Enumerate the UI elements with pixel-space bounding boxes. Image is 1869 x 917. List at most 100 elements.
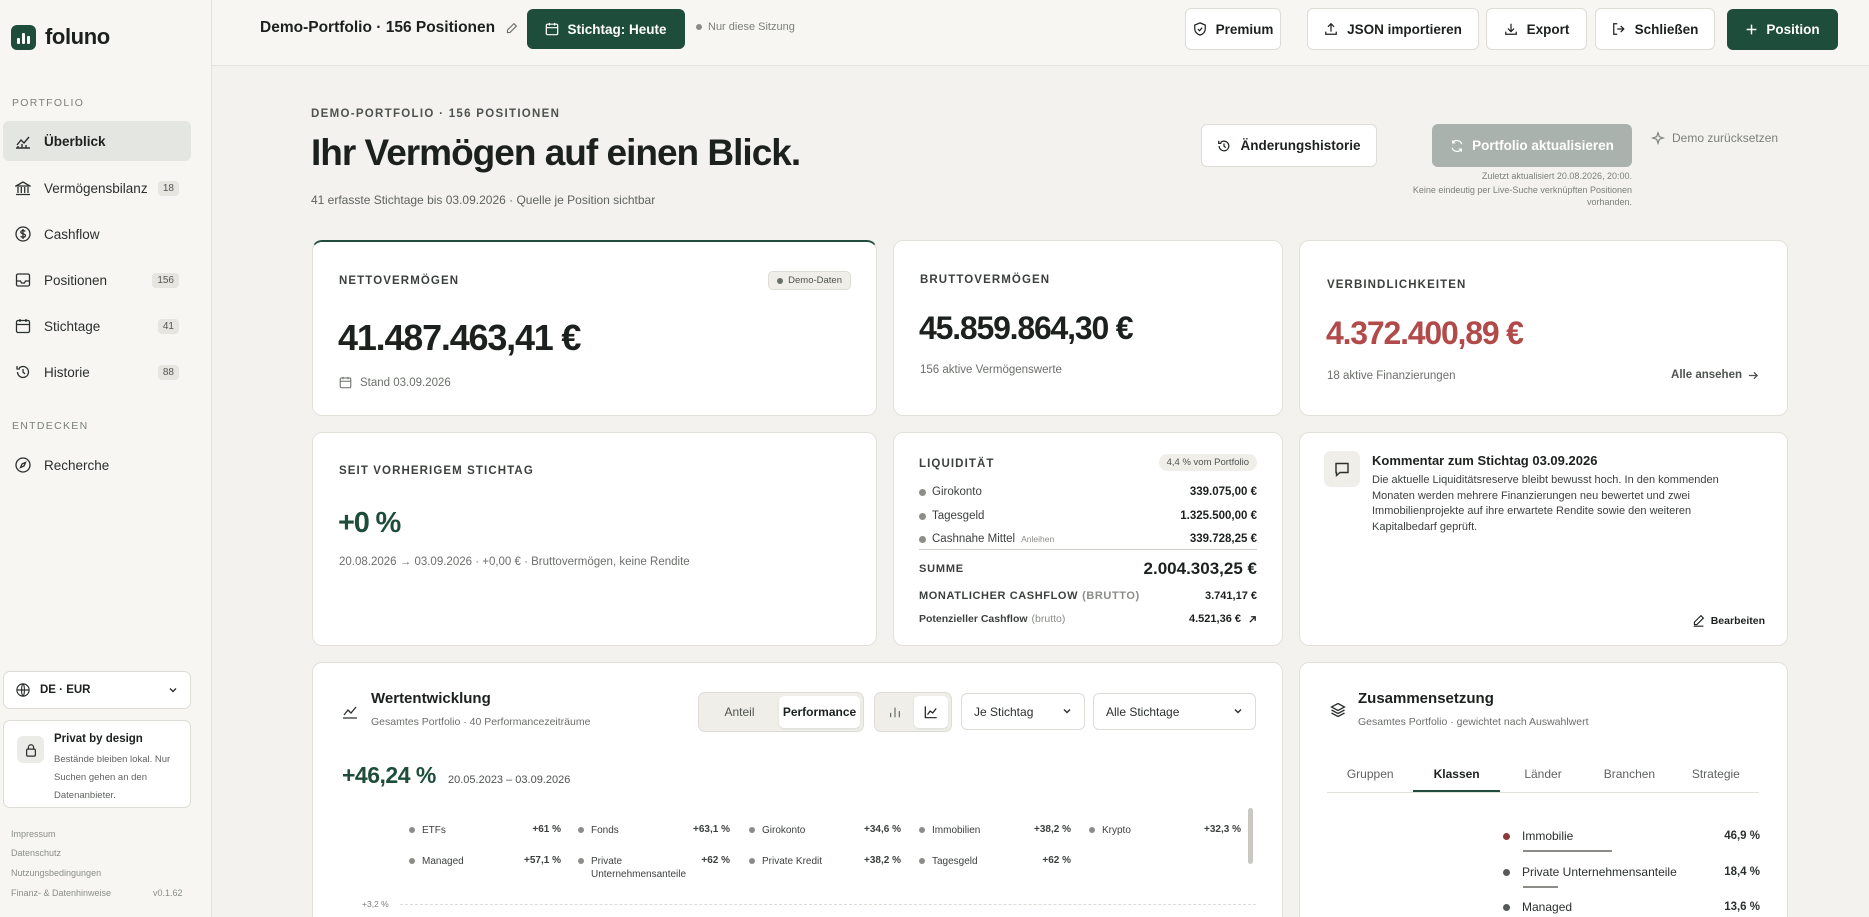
brand-name: foluno bbox=[45, 24, 110, 49]
toggle-performance[interactable]: Performance bbox=[779, 696, 860, 728]
footer-link-datenschutz[interactable]: Datenschutz bbox=[11, 848, 61, 858]
composition-label: Immobilie bbox=[1522, 829, 1574, 843]
sum-label: SUMME bbox=[919, 563, 964, 575]
chart-icon bbox=[342, 703, 358, 719]
download-icon bbox=[1504, 22, 1518, 36]
potential-cashflow-row[interactable]: Potenzieller Cashflow (brutto) 4.521,36 € bbox=[919, 613, 1257, 625]
legend-value: +57,1 % bbox=[524, 855, 561, 866]
legend-label: Girokonto bbox=[762, 825, 806, 836]
legend-dot bbox=[919, 827, 925, 833]
add-position-button[interactable]: Position bbox=[1727, 9, 1838, 50]
legend-item[interactable]: Tagesgeld +62 % bbox=[919, 855, 1071, 868]
sidebar-item-label: Überblick bbox=[44, 133, 106, 149]
toggle-anteil[interactable]: Anteil bbox=[702, 696, 777, 728]
tab-gruppen[interactable]: Gruppen bbox=[1327, 761, 1413, 792]
tab-strategie[interactable]: Strategie bbox=[1673, 761, 1759, 792]
legend-item[interactable]: Private Unternehmensanteile +62 % bbox=[578, 855, 730, 881]
edit-comment-button[interactable]: Bearbeiten bbox=[1692, 614, 1765, 627]
portfolio-title[interactable]: Demo-Portfolio · 156 Positionen bbox=[260, 19, 518, 37]
status-dot bbox=[696, 24, 702, 30]
sidebar: foluno PORTFOLIO Überblick Vermögensbila… bbox=[0, 0, 212, 917]
legend-item[interactable]: Girokonto +34,6 % bbox=[749, 824, 901, 837]
history-icon bbox=[14, 363, 32, 381]
footer-link-finanzhinweise[interactable]: Finanz- & Datenhinweise bbox=[11, 888, 111, 898]
legend-item[interactable]: Immobilien +38,2 % bbox=[919, 824, 1071, 837]
bullet-dot bbox=[919, 488, 926, 496]
pencil-icon[interactable] bbox=[505, 22, 518, 35]
premium-label: Premium bbox=[1215, 21, 1274, 37]
composition-value: 18,4 % bbox=[1724, 866, 1760, 878]
footer-link-nutzungsbedingungen[interactable]: Nutzungsbedingungen bbox=[11, 868, 101, 878]
liquidity-row: Cashnahe Mittel Anleihen 339.728,25 € bbox=[919, 533, 1257, 545]
history-label: Änderungshistorie bbox=[1240, 138, 1361, 153]
card-label: SEIT VORHERIGEM STICHTAG bbox=[339, 465, 534, 477]
performance-title: Wertentwicklung bbox=[371, 690, 491, 707]
sidebar-item-vermoegensbilanz[interactable]: Vermögensbilanz 18 bbox=[3, 168, 191, 208]
import-json-button[interactable]: JSON importieren bbox=[1307, 8, 1479, 50]
tab-klassen[interactable]: Klassen bbox=[1413, 761, 1500, 792]
tab-branchen[interactable]: Branchen bbox=[1586, 761, 1672, 792]
bar-chart-icon[interactable] bbox=[878, 696, 912, 728]
range-select[interactable]: Alle Stichtage bbox=[1093, 693, 1256, 730]
legend-value: +38,2 % bbox=[1034, 824, 1071, 835]
gross-assets-value: 45.859.864,30 € bbox=[919, 310, 1134, 346]
refresh-portfolio-button[interactable]: Portfolio aktualisieren bbox=[1432, 124, 1632, 167]
session-note: Nur diese Sitzung bbox=[696, 21, 795, 33]
legend-label: Fonds bbox=[591, 825, 619, 836]
composition-row[interactable]: Private Unternehmensanteile 18,4 % bbox=[1503, 865, 1760, 879]
brand-logo[interactable]: foluno bbox=[11, 24, 110, 50]
legend-dot bbox=[749, 827, 755, 833]
tab-laender[interactable]: Länder bbox=[1500, 761, 1586, 792]
legend-value: +63,1 % bbox=[693, 824, 730, 835]
legend-dot bbox=[1089, 827, 1095, 833]
sparkle-icon bbox=[1651, 131, 1665, 145]
count-badge: 18 bbox=[157, 180, 179, 196]
range-select-value: Alle Stichtage bbox=[1106, 704, 1180, 719]
gridline bbox=[400, 904, 1256, 905]
liabilities-card: VERBINDLICHKEITEN 4.372.400,89 € 18 akti… bbox=[1299, 240, 1788, 416]
liquidity-sum-row: SUMME 2.004.303,25 € bbox=[919, 559, 1257, 579]
chart-type-toggle bbox=[874, 692, 952, 732]
arrow-up-right-icon bbox=[1248, 615, 1257, 624]
footer-link-impressum[interactable]: Impressum bbox=[11, 829, 56, 839]
legend-value: +32,3 % bbox=[1204, 824, 1241, 835]
sidebar-item-overview[interactable]: Überblick bbox=[3, 121, 191, 161]
export-button[interactable]: Export bbox=[1486, 8, 1587, 50]
sidebar-item-cashflow[interactable]: Cashflow bbox=[3, 214, 191, 254]
sidebar-item-positionen[interactable]: Positionen 156 bbox=[3, 260, 191, 300]
legend-scrollbar[interactable] bbox=[1248, 808, 1253, 864]
composition-row[interactable]: Immobilie 46,9 % bbox=[1503, 829, 1760, 843]
legend-item[interactable]: Private Kredit +38,2 % bbox=[749, 855, 901, 868]
legend-label: Tagesgeld bbox=[932, 856, 978, 867]
chart-line-icon bbox=[14, 132, 32, 150]
line-chart-icon[interactable] bbox=[914, 696, 948, 728]
gross-assets-card: BRUTTOVERMÖGEN 45.859.864,30 € 156 aktiv… bbox=[893, 240, 1283, 416]
sum-value: 2.004.303,25 € bbox=[1143, 559, 1257, 578]
legend-item[interactable]: Managed +57,1 % bbox=[409, 855, 561, 868]
legend-item[interactable]: Fonds +63,1 % bbox=[578, 824, 730, 837]
view-all-label: Alle ansehen bbox=[1671, 369, 1742, 381]
period-select[interactable]: Je Stichtag bbox=[961, 693, 1085, 730]
stichtag-button[interactable]: Stichtag: Heute bbox=[527, 9, 685, 49]
history-button[interactable]: Änderungshistorie bbox=[1201, 124, 1377, 167]
page-kicker: DEMO-PORTFOLIO · 156 POSITIONEN bbox=[311, 108, 561, 120]
legend-item[interactable]: Krypto +32,3 % bbox=[1089, 824, 1241, 837]
performance-subtitle: Gesamtes Portfolio · 40 Performancezeitr… bbox=[371, 716, 591, 728]
close-button[interactable]: Schließen bbox=[1595, 8, 1715, 50]
legend-item[interactable]: ETFs +61 % bbox=[409, 824, 561, 837]
reset-demo-button[interactable]: Demo zurücksetzen bbox=[1651, 131, 1778, 145]
page-title: Ihr Vermögen auf einen Blick. bbox=[311, 132, 801, 173]
composition-row[interactable]: Managed 13,6 % bbox=[1503, 900, 1760, 914]
sidebar-item-recherche[interactable]: Recherche bbox=[3, 445, 191, 485]
legend-value: +38,2 % bbox=[864, 855, 901, 866]
portfolio-title-text: Demo-Portfolio · 156 Positionen bbox=[260, 19, 496, 36]
locale-select[interactable]: DE · EUR bbox=[3, 671, 191, 709]
comment-card: Kommentar zum Stichtag 03.09.2026 Die ak… bbox=[1299, 432, 1788, 646]
premium-button[interactable]: Premium bbox=[1185, 8, 1281, 50]
section-label-discover: ENTDECKEN bbox=[12, 420, 89, 432]
sidebar-item-stichtage[interactable]: Stichtage 41 bbox=[3, 306, 191, 346]
view-all-link[interactable]: Alle ansehen bbox=[1671, 369, 1759, 381]
sidebar-item-historie[interactable]: Historie 88 bbox=[3, 352, 191, 392]
legend-label: Krypto bbox=[1102, 825, 1131, 836]
inbox-icon bbox=[14, 271, 32, 289]
